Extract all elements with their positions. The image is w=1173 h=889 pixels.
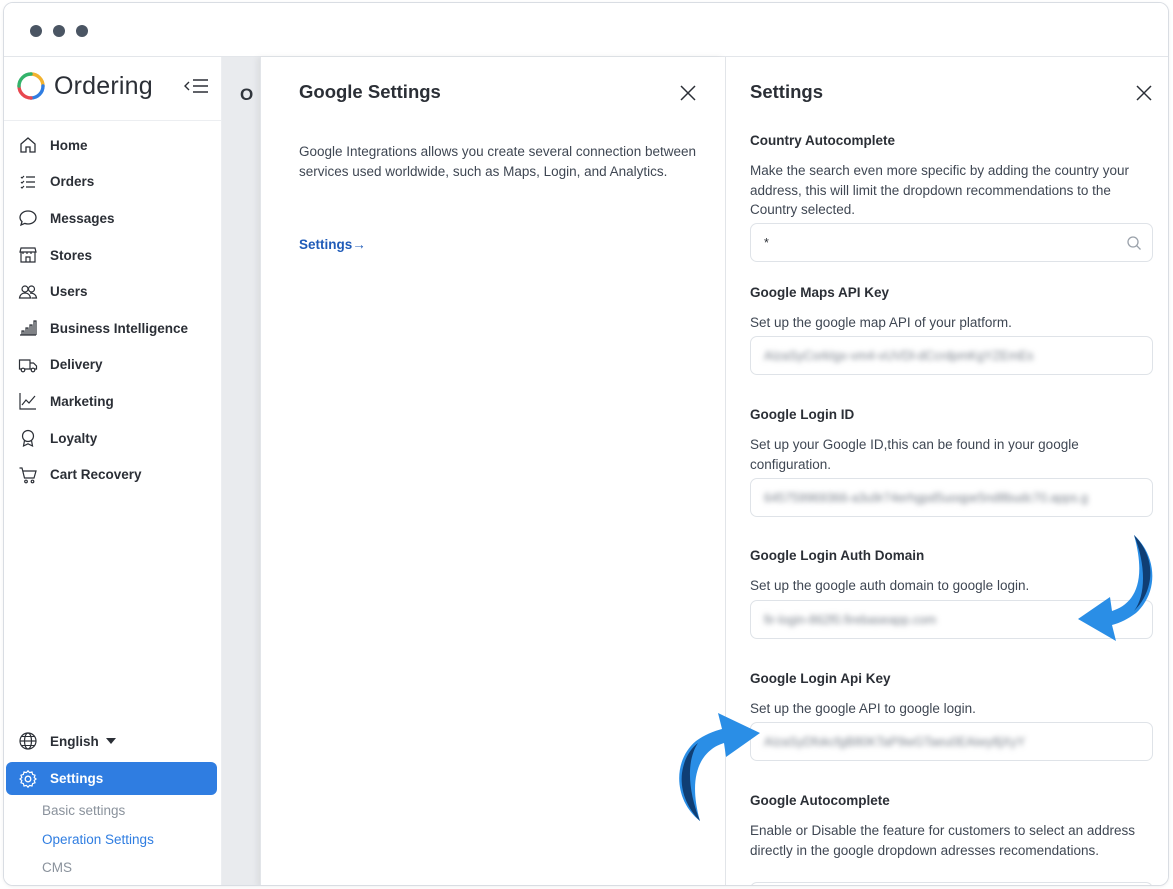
award-icon [21,429,35,448]
window-dot [76,25,88,37]
google-settings-description: Google Integrations allows you create se… [299,144,696,179]
submenu-basic-settings[interactable]: Basic settings [42,803,125,818]
store-icon [19,247,37,263]
window-dot [53,25,65,37]
google-login-id-title: Google Login ID [750,407,855,422]
close-icon[interactable] [1135,84,1153,102]
settings-panel: Settings Country Autocomplete Make the s… [725,57,1168,885]
sidebar-item-home[interactable]: Home [4,127,222,164]
google-login-id-description: Set up your Google ID,this can be found … [750,437,1079,472]
sidebar-item-business-intelligence[interactable]: Business Intelligence [4,310,222,347]
google-login-id-value: 645759969366-a3u9r74erhgpd5uoqpe5nd8budc… [764,490,1088,505]
sidebar-item-label: Business Intelligence [50,320,189,336]
google-maps-api-key-description: Set up the google map API of your platfo… [750,315,1012,330]
sidebar-item-loyalty[interactable]: Loyalty [4,420,222,457]
window-titlebar [4,3,1168,57]
brand-name: Ordering [54,71,153,100]
sidebar-item-label: Cart Recovery [50,467,142,483]
globe-icon [19,732,37,750]
caret-down-icon [105,738,116,744]
page-overlay[interactable] [222,57,260,885]
chat-icon [19,210,37,227]
sidebar-item-cart-recovery[interactable]: Cart Recovery [4,456,222,493]
sidebar-nav: Home Orders Messages Stores Users Busine… [4,127,222,493]
list-icon [20,175,35,189]
sidebar-item-stores[interactable]: Stores [4,237,222,274]
google-login-api-key-description: Set up the google API to google login. [750,701,976,716]
brand-logo[interactable]: Ordering [16,69,153,103]
sidebar-item-label: Home [50,137,88,153]
home-icon [20,137,36,153]
google-maps-api-key-value: AIzaSyCorkIgx-vm4-vUVDl-dCcrdpmKgYZEmEs [764,348,1034,363]
sidebar-item-label: Marketing [50,393,114,409]
submenu-operation-settings[interactable]: Operation Settings [42,832,154,847]
google-maps-api-key-title: Google Maps API Key [750,285,890,300]
country-autocomplete-description: Make the search even more specific by ad… [750,163,1129,217]
google-autocomplete-input[interactable] [750,882,1153,885]
divider [4,120,222,121]
line-chart-icon [19,393,36,411]
google-autocomplete-description: Enable or Disable the feature for custom… [750,823,1135,858]
users-icon [18,285,38,299]
settings-panel-title: Settings [750,81,823,102]
close-icon[interactable] [679,84,697,102]
app-window: Ordering Home Orders Messages Stores Use… [3,2,1169,886]
settings-link[interactable]: Settings→ [299,237,366,252]
google-login-id-input[interactable]: 645759969366-a3u9r74erhgpd5uoqpe5nd8budc… [750,478,1153,517]
google-maps-api-key-input[interactable]: AIzaSyCorkIgx-vm4-vUVDl-dCcrdpmKgYZEmEs [750,336,1153,375]
google-login-api-key-input[interactable]: AIzaSyDfokcfgB80KTaP9wGTaeu0EAiwy8jXyY [750,722,1153,761]
gear-icon [19,769,37,788]
language-label: English [50,733,99,749]
search-icon [1127,236,1141,250]
annotation-arrow-icon [679,713,760,821]
google-login-auth-domain-title: Google Login Auth Domain [750,548,925,563]
google-autocomplete-title: Google Autocomplete [750,793,890,808]
sidebar-item-label: Users [50,284,88,300]
truck-icon [18,359,38,373]
sidebar-item-users[interactable]: Users [4,273,222,310]
sidebar-item-marketing[interactable]: Marketing [4,383,222,420]
sidebar-item-delivery[interactable]: Delivery [4,347,222,384]
google-login-api-key-title: Google Login Api Key [750,671,891,686]
sidebar: Ordering Home Orders Messages Stores Use… [4,57,222,885]
sidebar-item-label: Loyalty [50,430,98,446]
window-dot [30,25,42,37]
country-autocomplete-input[interactable]: * [750,223,1153,262]
submenu-cms[interactable]: CMS [42,860,72,875]
sidebar-item-settings[interactable]: Settings [6,762,217,795]
settings-label: Settings [50,771,104,786]
sidebar-item-label: Delivery [50,357,103,373]
collapse-sidebar-icon[interactable] [184,77,210,95]
google-login-auth-domain-value: fir-login-862f0.firebaseapp.com [764,612,937,627]
google-login-api-key-value: AIzaSyDfokcfgB80KTaP9wGTaeu0EAiwy8jXyY [764,734,1026,749]
cart-icon [19,467,37,484]
language-selector[interactable]: English [4,723,222,759]
sidebar-item-orders[interactable]: Orders [4,164,222,201]
ordering-logo-icon [17,72,45,100]
google-settings-title: Google Settings [299,81,441,102]
sidebar-item-label: Orders [50,174,95,190]
bar-chart-icon [20,320,37,336]
sidebar-item-label: Stores [50,247,93,263]
sidebar-item-messages[interactable]: Messages [4,200,222,237]
google-settings-panel: Google Settings Google Integrations allo… [260,57,725,885]
annotation-arrow-icon [1078,535,1153,641]
country-autocomplete-title: Country Autocomplete [750,133,895,148]
sidebar-item-label: Messages [50,210,115,226]
country-autocomplete-value: * [764,235,769,250]
